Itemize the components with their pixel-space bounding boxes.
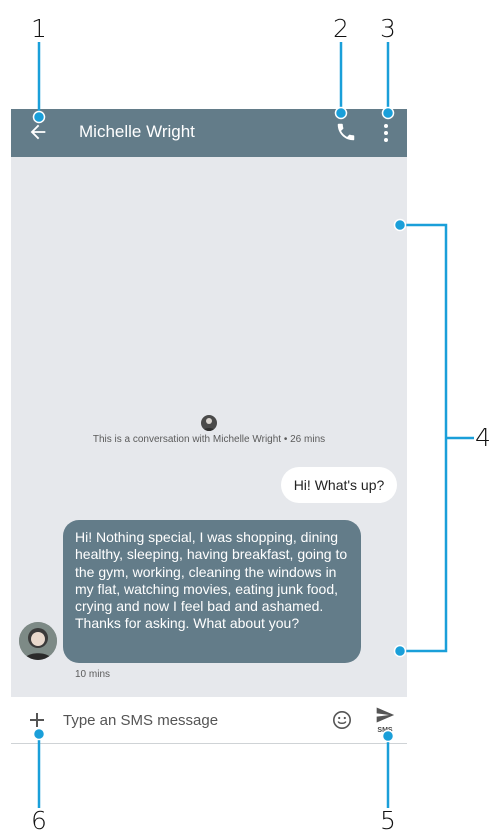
callout-lines (32, 42, 474, 808)
callout-dot-3 (381, 106, 395, 120)
callout-dot-4-bottom (393, 644, 407, 658)
callout-dot-2 (334, 106, 348, 120)
callout-dot-5 (381, 729, 395, 743)
callout-dot-6 (32, 727, 46, 741)
callout-dot-4-top (393, 218, 407, 232)
callout-dot-1 (32, 110, 46, 124)
